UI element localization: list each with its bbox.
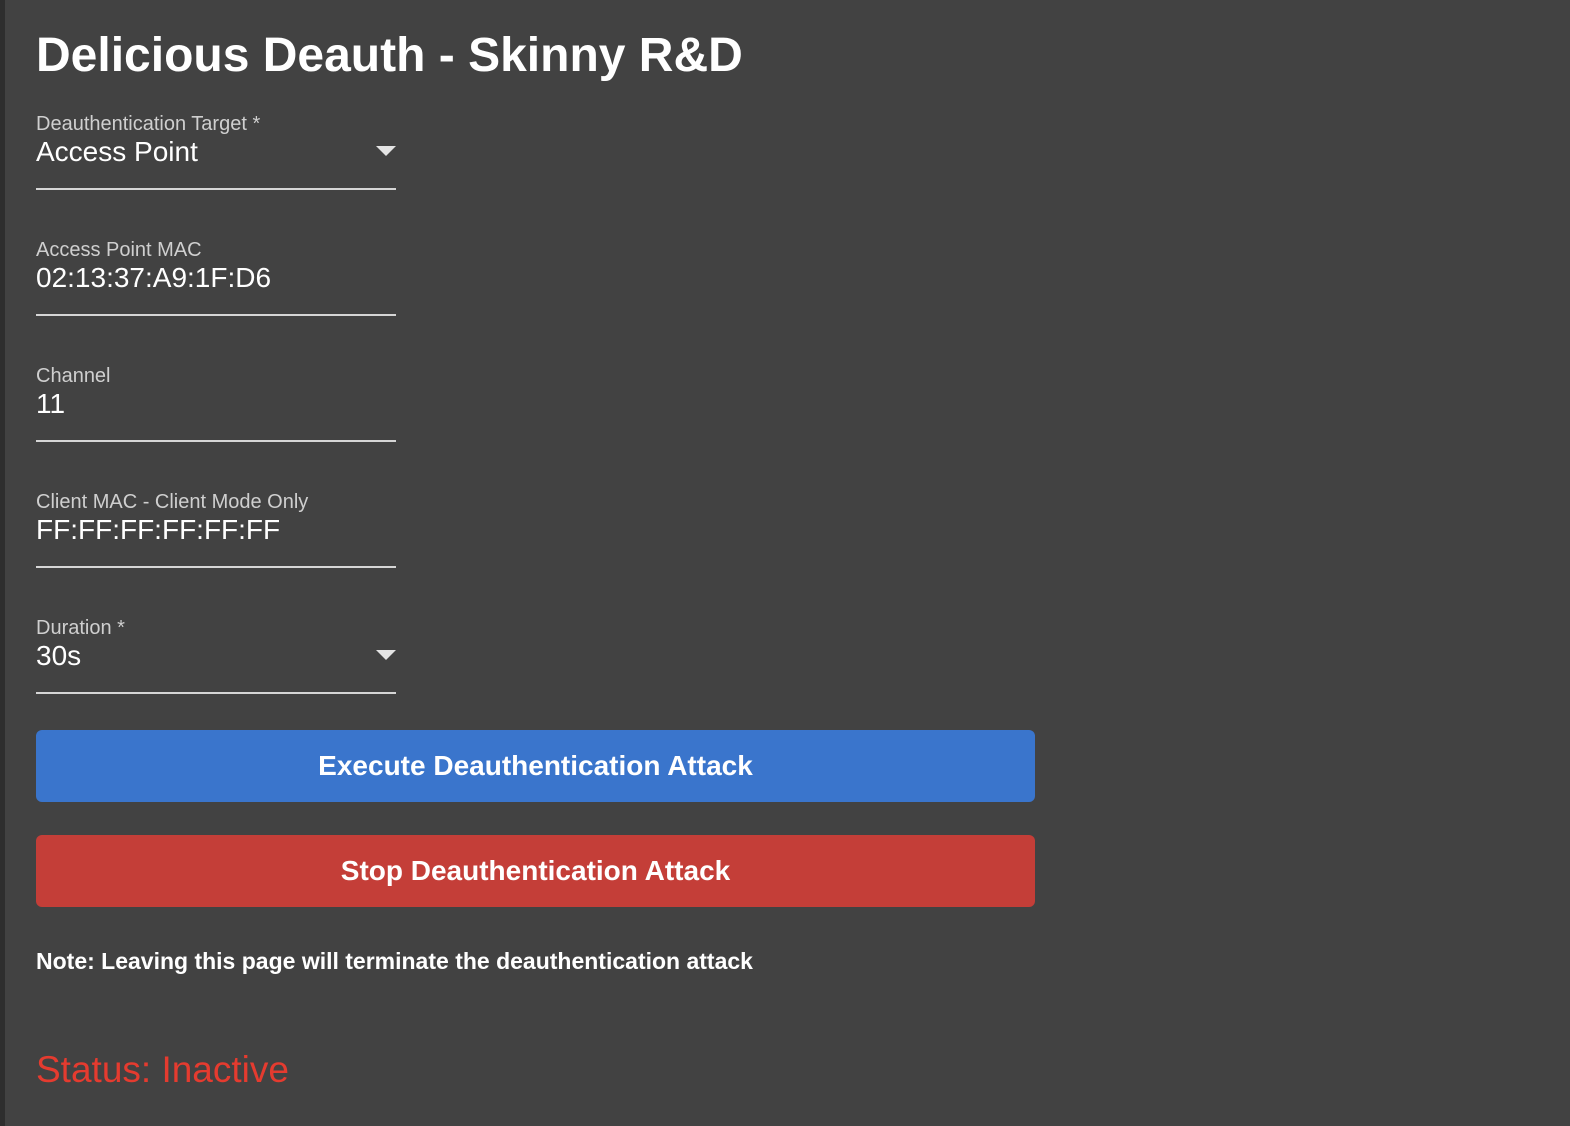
ap-mac-value[interactable]: 02:13:37:A9:1F:D6 — [36, 260, 271, 296]
window-edge — [0, 0, 5, 1126]
channel-field[interactable]: Channel 11 — [36, 364, 396, 442]
leave-page-note: Note: Leaving this page will terminate t… — [36, 948, 753, 974]
duration-select[interactable]: Duration * 30s — [36, 616, 396, 694]
status-text: Status: Inactive — [36, 1049, 289, 1090]
chevron-down-icon[interactable] — [376, 650, 396, 660]
client-mac-label: Client MAC - Client Mode Only — [36, 491, 309, 513]
client-mac-field[interactable]: Client MAC - Client Mode Only FF:FF:FF:F… — [36, 490, 396, 568]
ap-mac-label: Access Point MAC — [36, 239, 202, 261]
duration-label: Duration * — [36, 617, 125, 639]
deauth-target-select[interactable]: Deauthentication Target * Access Point — [36, 112, 396, 190]
deauth-target-value: Access Point — [36, 136, 198, 167]
page-title: Delicious Deauth - Skinny R&D — [36, 29, 743, 82]
ap-mac-field[interactable]: Access Point MAC 02:13:37:A9:1F:D6 — [36, 238, 396, 316]
stop-deauth-button[interactable]: Stop Deauthentication Attack — [36, 835, 1035, 907]
client-mac-value[interactable]: FF:FF:FF:FF:FF:FF — [36, 512, 280, 548]
deauth-target-label: Deauthentication Target * — [36, 113, 261, 135]
duration-value: 30s — [36, 640, 82, 671]
chevron-down-icon[interactable] — [376, 146, 396, 156]
channel-value[interactable]: 11 — [36, 386, 65, 422]
execute-deauth-button[interactable]: Execute Deauthentication Attack — [36, 730, 1035, 802]
channel-label: Channel — [36, 365, 111, 387]
